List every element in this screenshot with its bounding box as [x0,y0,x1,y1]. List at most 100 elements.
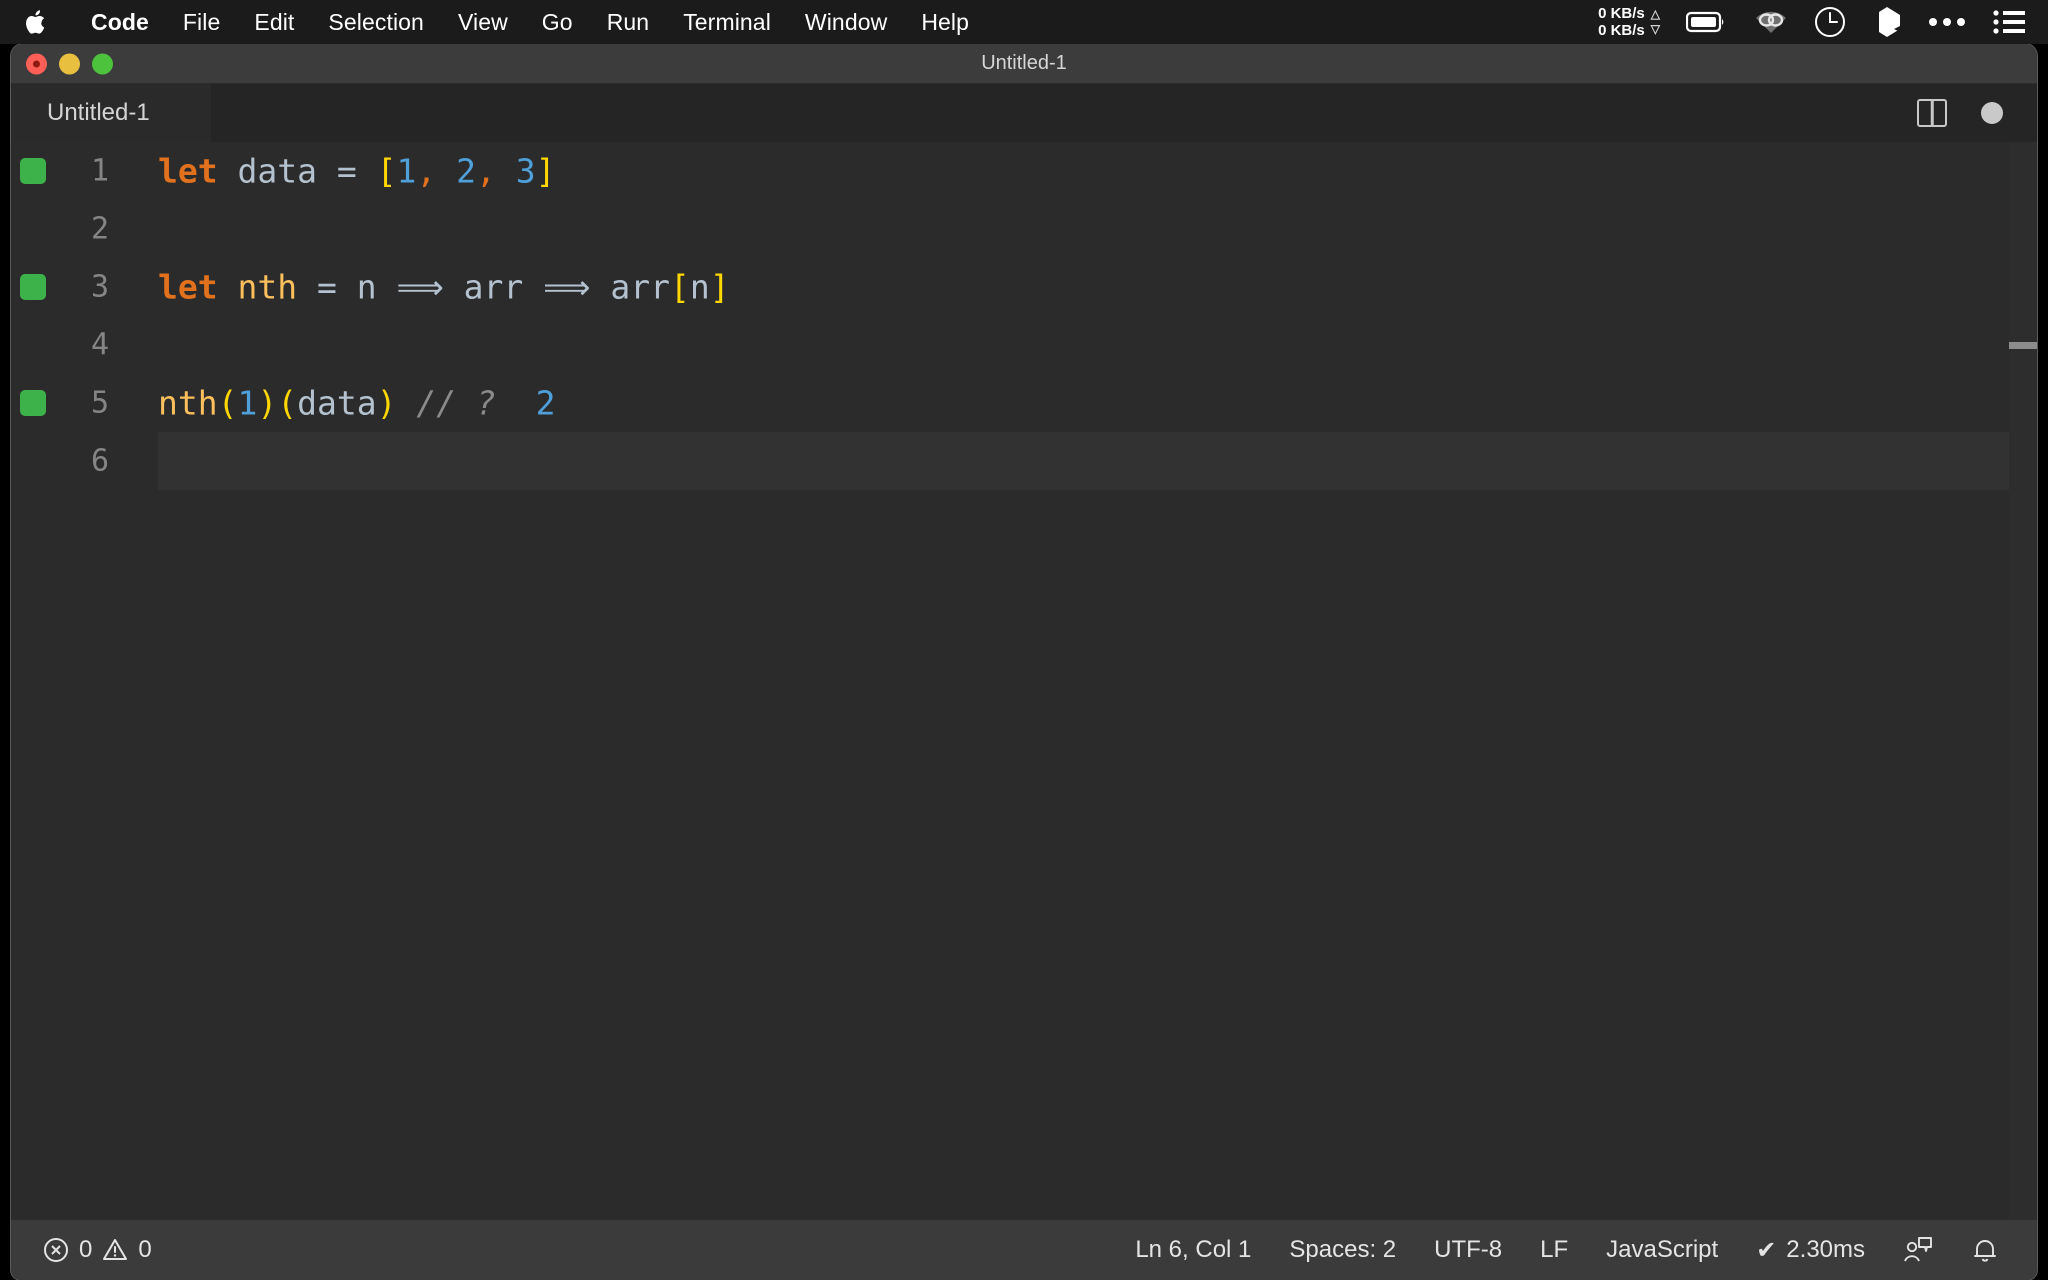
menu-item-edit[interactable]: Edit [237,0,311,44]
upload-arrow-icon: △ [1650,7,1660,22]
tab-untitled-1[interactable]: Untitled-1 [11,84,211,142]
menu-item-help[interactable]: Help [904,0,986,44]
bell-icon[interactable] [1971,1235,1999,1265]
ellipsis-icon[interactable] [1928,16,1966,28]
tabbar-actions [1917,84,2037,142]
line-number: 6 [90,443,109,479]
menu-item-file[interactable]: File [166,0,237,44]
status-language-mode[interactable]: JavaScript [1606,1236,1718,1264]
window-titlebar: Untitled-1 [11,44,2037,84]
token-bracket: ] [535,151,556,191]
menu-item-window[interactable]: Window [788,0,904,44]
token-num: 2 [535,383,556,423]
current-line-highlight [158,432,2037,490]
token-var: arr [463,267,524,307]
window-title: Untitled-1 [981,52,1067,74]
token-comma: , [475,151,496,191]
token-fn: nth [237,267,298,307]
token-bracket: [ [376,151,397,191]
token-bracket: ( [217,383,238,423]
download-arrow-icon: ▽ [1650,21,1660,36]
menu-item-view[interactable]: View [441,0,525,44]
token-bracket: [ [669,267,690,307]
code-line-2[interactable]: 2 [11,200,2037,258]
macos-menu-bar: Code File Edit Selection View Go Run Ter… [0,0,2048,44]
code-line-5[interactable]: 5 nth(1)(data) // ? 2 [11,374,2037,432]
menu-item-run[interactable]: Run [590,0,667,44]
code-line-4[interactable]: 4 [11,316,2037,374]
status-eol[interactable]: LF [1540,1236,1568,1264]
unsaved-indicator-icon[interactable] [1981,102,2003,124]
status-bar-right: Ln 6, Col 1 Spaces: 2 UTF-8 LF JavaScrip… [1135,1235,2037,1265]
status-indentation[interactable]: Spaces: 2 [1289,1236,1396,1264]
clock-icon[interactable] [1814,6,1846,38]
token-bracket: ) [376,383,397,423]
minimize-button[interactable] [59,53,80,74]
apple-logo-icon[interactable] [24,7,50,37]
code-line-6[interactable]: 6 [11,432,2037,490]
token-op: = [336,151,357,191]
menu-item-terminal[interactable]: Terminal [666,0,788,44]
window-controls [26,53,113,74]
editor-scrollbar[interactable] [2009,142,2037,1220]
status-cursor-position[interactable]: Ln 6, Col 1 [1135,1236,1251,1264]
control-center-icon[interactable] [1992,9,2026,35]
scrollbar-thumb[interactable] [2009,342,2037,349]
error-circle-icon [43,1237,69,1263]
code-line-3[interactable]: 3 let nth = n ⟹ arr ⟹ arr[n] [11,258,2037,316]
code-editor[interactable]: 1 let data = [1, 2, 3] 2 3 let nth = n ⟹ arr… [11,142,2037,1220]
token-var: arr [610,267,670,307]
line-number: 5 [90,385,109,421]
warning-triangle-icon [102,1237,128,1263]
status-encoding[interactable]: UTF-8 [1434,1236,1502,1264]
quokka-live-indicator[interactable] [20,274,46,300]
token-arrow: ⟹ [543,267,591,307]
token-num: 2 [456,151,476,191]
status-runtime[interactable]: ✔ 2.30ms [1756,1236,1865,1265]
token-var: data [237,151,317,191]
network-download-speed: 0 KB/s [1598,22,1645,39]
tab-label: Untitled-1 [47,99,150,126]
split-editor-icon[interactable] [1917,99,1947,127]
editor-tabbar: Untitled-1 [11,84,2037,142]
feedback-person-icon[interactable] [1903,1235,1933,1265]
token-bracket: ) [257,383,278,423]
vscode-window: Untitled-1 Untitled-1 1 let data = [1, 2,… [11,44,2037,1280]
warning-count: 0 [138,1236,152,1263]
close-button[interactable] [26,53,47,74]
wifi-icon[interactable] [1754,9,1788,35]
token-comma: , [416,151,437,191]
token-kw: let [158,151,218,191]
token-num: 1 [396,151,417,191]
unsaved-close-dot [33,60,40,67]
code-line-1[interactable]: 1 let data = [1, 2, 3] [11,142,2037,200]
menu-bar-left: Code File Edit Selection View Go Run Ter… [0,0,986,44]
code-text: nth(1)(data) // ? 2 [158,384,555,423]
token-arrow: ⟹ [396,267,444,307]
status-problems[interactable]: 0 0 [43,1236,152,1264]
code-text: let nth = n ⟹ arr ⟹ arr[n] [158,268,730,307]
runtime-duration: 2.30ms [1786,1236,1865,1263]
line-number: 2 [90,211,109,247]
maximize-button[interactable] [92,53,113,74]
quokka-live-indicator[interactable] [20,158,46,184]
quokka-live-indicator[interactable] [20,390,46,416]
status-bar-left: 0 0 [11,1236,152,1264]
menu-bar-tray: 0 KB/s 0 KB/s △ ▽ [1598,0,2048,44]
token-fn: nth [158,383,218,423]
battery-icon[interactable] [1686,10,1728,34]
dropbox-icon[interactable] [1872,6,1902,38]
menu-item-go[interactable]: Go [525,0,590,44]
network-speed-indicator[interactable]: 0 KB/s 0 KB/s △ ▽ [1598,5,1660,40]
error-count: 0 [79,1236,93,1263]
menu-item-code[interactable]: Code [74,0,166,44]
token-kw: let [158,267,218,307]
menu-item-selection[interactable]: Selection [311,0,441,44]
